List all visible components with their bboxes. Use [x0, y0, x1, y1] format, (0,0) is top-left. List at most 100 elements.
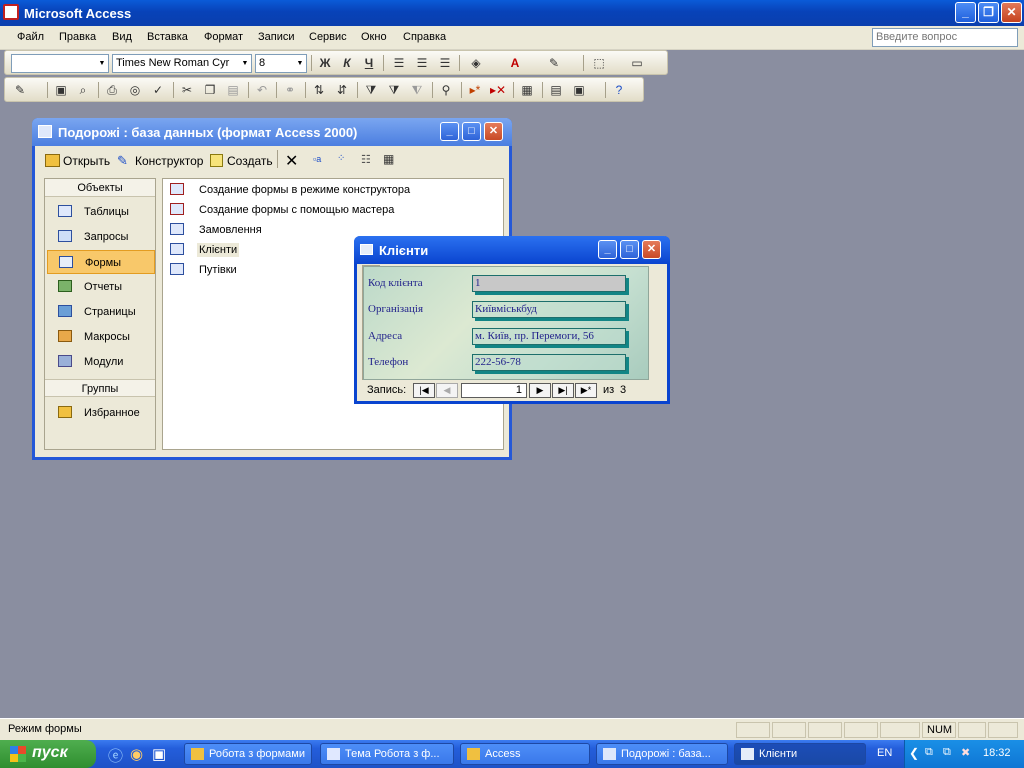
field-phone[interactable]: 222-56-78 — [472, 354, 626, 371]
last-record-button[interactable]: ▶| — [552, 383, 574, 398]
minimize-button[interactable]: _ — [955, 2, 976, 23]
network-icon[interactable]: ⧉ — [943, 746, 951, 759]
font-size-combo[interactable]: 8 ▼ — [255, 54, 307, 73]
border-style-icon[interactable]: ⬚ — [590, 55, 608, 71]
quick-launch-icon[interactable]: ▣ — [152, 745, 166, 763]
list-item-design-view[interactable]: Создание формы в режиме конструктора — [197, 183, 412, 197]
object-pages[interactable]: Страницы — [47, 300, 155, 324]
form-close-button[interactable]: ✕ — [642, 240, 661, 259]
task-robota-z-formamy[interactable]: Робота з формами — [184, 743, 312, 765]
delete-record-icon[interactable]: ▸✕ — [489, 82, 507, 98]
object-macros[interactable]: Макросы — [47, 325, 155, 349]
list-view-icon[interactable]: ☷ — [361, 153, 371, 166]
underline-button[interactable]: Ч — [360, 55, 378, 71]
app-title-bar[interactable]: Microsoft Access _ ❐ ✕ — [0, 0, 1024, 26]
task-access-folder[interactable]: Access — [460, 743, 590, 765]
menu-edit[interactable]: Правка — [59, 31, 96, 43]
cut-icon[interactable]: ✂ — [178, 82, 196, 98]
properties-icon[interactable]: ▦ — [518, 82, 536, 98]
new-object-icon[interactable]: ▣ — [570, 82, 588, 98]
current-record-input[interactable]: 1 — [461, 383, 527, 398]
align-right-icon[interactable]: ☰ — [436, 55, 454, 71]
save-icon[interactable]: ▣ — [52, 82, 70, 98]
details-view-icon[interactable]: ▦ — [383, 152, 394, 166]
create-button[interactable]: Создать — [227, 154, 273, 168]
restore-button[interactable]: ❐ — [978, 2, 999, 23]
network-icon[interactable]: ⧉ — [925, 746, 933, 759]
new-record-button[interactable]: ▶* — [575, 383, 597, 398]
spelling-icon[interactable]: ✓ — [149, 82, 167, 98]
undo-icon[interactable]: ↶ — [253, 82, 271, 98]
form-window-title-bar[interactable]: Клієнти _ □ ✕ — [354, 236, 670, 264]
field-address[interactable]: м. Київ, пр. Перемоги, 56 — [472, 328, 626, 345]
menu-file[interactable]: Файл — [17, 31, 44, 43]
delete-icon[interactable]: ✕ — [285, 151, 298, 171]
form-minimize-button[interactable]: _ — [598, 240, 617, 259]
start-button[interactable]: пуск — [0, 740, 96, 768]
font-combo[interactable]: Times New Roman Cyr ▼ — [112, 54, 252, 73]
align-left-icon[interactable]: ☰ — [390, 55, 408, 71]
align-center-icon[interactable]: ☰ — [413, 55, 431, 71]
large-icons-icon[interactable]: ▫a — [313, 154, 321, 164]
paste-icon[interactable]: ▤ — [224, 82, 242, 98]
bold-button[interactable]: Ж — [316, 55, 334, 71]
italic-button[interactable]: К — [338, 55, 356, 71]
print-icon[interactable]: ⎙ — [103, 82, 121, 98]
first-record-button[interactable]: |◀ — [413, 383, 435, 398]
small-icons-icon[interactable]: ⁘ — [337, 153, 345, 164]
previous-record-button[interactable]: ◀ — [436, 383, 458, 398]
object-reports[interactable]: Отчеты — [47, 275, 155, 299]
find-icon[interactable]: ⚲ — [437, 82, 455, 98]
db-maximize-button[interactable]: □ — [462, 122, 481, 141]
menu-insert[interactable]: Вставка — [147, 31, 188, 43]
groups-header[interactable]: Группы — [45, 379, 155, 397]
help-icon[interactable]: ? — [610, 82, 628, 98]
menu-help[interactable]: Справка — [403, 31, 446, 43]
search-file-icon[interactable]: ⌕ — [74, 82, 92, 98]
security-alert-icon[interactable]: ✖ — [961, 746, 970, 759]
font-color-icon[interactable]: A — [506, 55, 524, 71]
tray-arrow-icon[interactable]: ❮ — [909, 746, 919, 760]
database-window-title-bar[interactable]: Подорожі : база данных (формат Access 20… — [32, 118, 512, 146]
line-color-icon[interactable]: ✎ — [545, 55, 563, 71]
list-item-vouchers[interactable]: Путівки — [197, 263, 239, 277]
media-player-icon[interactable]: ◉ — [130, 745, 143, 763]
hyperlink-icon[interactable]: ⚭ — [281, 82, 299, 98]
internet-explorer-icon[interactable]: ⓔ — [108, 745, 123, 766]
new-record-icon[interactable]: ▸* — [466, 82, 484, 98]
ask-question-box[interactable]: Введите вопрос — [872, 28, 1018, 47]
menu-window[interactable]: Окно — [361, 31, 387, 43]
object-modules[interactable]: Модули — [47, 350, 155, 374]
language-indicator[interactable]: EN — [877, 747, 892, 759]
list-item-clients[interactable]: Клієнти — [197, 243, 240, 257]
group-favorites[interactable]: Избранное — [47, 401, 155, 425]
database-window-icon[interactable]: ▤ — [547, 82, 565, 98]
view-icon[interactable]: ✎ — [11, 82, 29, 98]
sort-descending-icon[interactable]: ⇵ — [333, 82, 351, 98]
open-button[interactable]: Открыть — [63, 154, 110, 168]
object-tables[interactable]: Таблицы — [47, 200, 155, 224]
object-forms[interactable]: Формы — [47, 250, 155, 274]
field-client-code[interactable]: 1 — [472, 275, 626, 292]
design-button[interactable]: Конструктор — [135, 154, 203, 168]
line-width-icon[interactable]: ▭ — [628, 55, 646, 71]
filter-selection-icon[interactable]: ⧩ — [362, 82, 380, 98]
object-combo[interactable]: ▼ — [11, 54, 109, 73]
list-item-orders[interactable]: Замовлення — [197, 223, 264, 237]
sort-ascending-icon[interactable]: ⇅ — [310, 82, 328, 98]
copy-icon[interactable]: ❐ — [201, 82, 219, 98]
fill-color-icon[interactable]: ◈ — [467, 55, 485, 71]
object-queries[interactable]: Запросы — [47, 225, 155, 249]
objects-header[interactable]: Объекты — [45, 179, 155, 197]
db-close-button[interactable]: ✕ — [484, 122, 503, 141]
task-podorozhi-db[interactable]: Подорожі : база... — [596, 743, 728, 765]
print-preview-icon[interactable]: ◎ — [126, 82, 144, 98]
field-organization[interactable]: Київміськбуд — [472, 301, 626, 318]
task-klienty[interactable]: Клієнти — [734, 743, 866, 765]
filter-form-icon[interactable]: ⧩ — [385, 82, 403, 98]
menu-records[interactable]: Записи — [258, 31, 295, 43]
next-record-button[interactable]: ▶ — [529, 383, 551, 398]
close-button[interactable]: ✕ — [1001, 2, 1022, 23]
apply-filter-icon[interactable]: ⧨ — [408, 82, 426, 98]
menu-view[interactable]: Вид — [112, 31, 132, 43]
